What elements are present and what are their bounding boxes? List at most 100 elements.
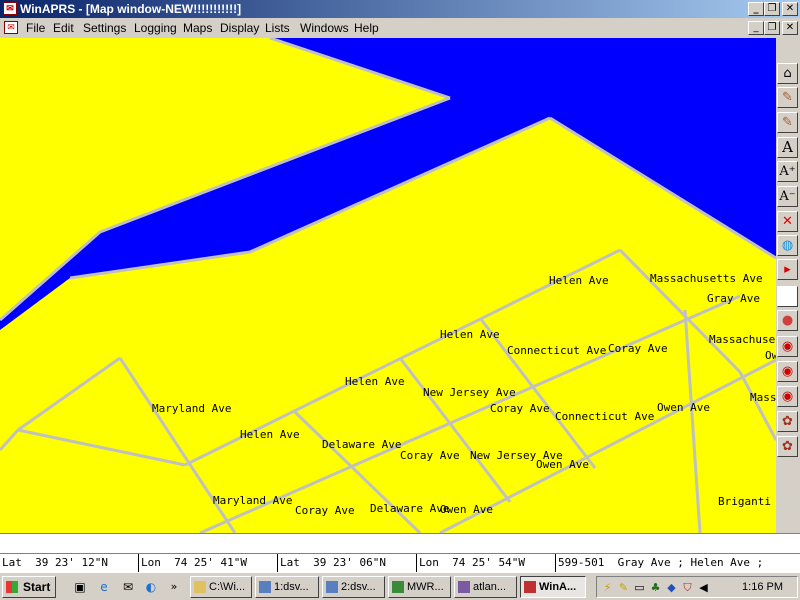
restore-button[interactable]: ❐ (764, 2, 780, 16)
clock: 1:16 PM (742, 581, 783, 593)
close-red-x-icon[interactable]: ✕ (777, 211, 798, 232)
tree-icon-1[interactable]: ✿ (777, 411, 798, 432)
taskbar: Start ▣ e ✉ ◐ » C:\Wi... 1:dsv... 2:dsv.… (0, 572, 800, 600)
menu-help[interactable]: Help (354, 21, 379, 35)
street-label: New Jersey Ave (423, 386, 516, 399)
map-toolbar: ⌂ ✎ ✎ A A⁺ A⁻ ✕ ◍ ▸ ● ◉ ◉ ◉ ✿ ✿ (776, 38, 800, 533)
target-icon-3[interactable]: ◉ (777, 386, 798, 407)
target-icon-1[interactable]: ◉ (777, 336, 798, 357)
street-label: Connecticut Ave (555, 410, 654, 423)
home-icon[interactable]: ⌂ (777, 63, 798, 84)
map-canvas[interactable]: Helen Ave Massachusetts Ave Gray Ave Hel… (0, 38, 776, 533)
status-cursor-lon: Lon 74 25' 41"W (139, 554, 278, 572)
volume-icon[interactable]: ◀ (697, 581, 710, 594)
street-label: Maryland Ave (152, 402, 231, 415)
task-button-active[interactable]: WinA... (520, 576, 586, 598)
status-cursor-lat: Lat 39 23' 12"N (0, 554, 139, 572)
show-desktop-icon[interactable]: ▣ (72, 579, 88, 595)
system-tray: ⚡ ✎ ▭ ♣ ◆ ⛉ ◀ 1:16 PM (596, 576, 798, 598)
task-button[interactable]: 1:dsv... (255, 576, 319, 598)
start-label: Start (23, 580, 51, 594)
street-label: Owen Ave (657, 401, 710, 414)
street-label: Mass (750, 391, 776, 404)
status-station-lat: Lat 39 23' 06"N (278, 554, 417, 572)
street-label: Briganti (718, 495, 771, 508)
child-window-icon[interactable]: ✉ (4, 21, 18, 34)
internet-explorer-icon[interactable]: e (96, 579, 112, 595)
tray-icon[interactable]: ⛉ (681, 581, 694, 594)
winaprs-icon (524, 581, 536, 593)
street-label: Delaware Ave (370, 502, 449, 515)
minimize-button[interactable]: _ (748, 2, 764, 16)
font-smaller-icon[interactable]: A⁻ (777, 186, 798, 207)
menu-display[interactable]: Display (220, 21, 259, 35)
street-label: Helen Ave (240, 428, 300, 441)
flag-icon[interactable]: ▸ (777, 259, 798, 280)
map-zoom-out-icon[interactable]: ✎ (777, 112, 798, 133)
street-label: Massachuse (709, 333, 775, 346)
street-label: Helen Ave (345, 375, 405, 388)
child-close-button[interactable]: ✕ (782, 21, 798, 35)
blank-icon[interactable] (777, 286, 798, 307)
status-bar: Lat 39 23' 12"N Lon 74 25' 41"W Lat 39 2… (0, 553, 800, 572)
windows-logo-icon (6, 581, 18, 593)
street-label: Delaware Ave (322, 438, 401, 451)
font-larger-icon[interactable]: A⁺ (777, 161, 798, 182)
tray-icon[interactable]: ♣ (649, 581, 662, 594)
task-button[interactable]: atlan... (454, 576, 517, 598)
doc-icon (259, 581, 271, 593)
street-label: Maryland Ave (213, 494, 292, 507)
street-label: Coray Ave (608, 342, 668, 355)
globe-icon[interactable]: ◍ (777, 235, 798, 256)
street-label: Coray Ave (295, 504, 355, 517)
street-label: Connecticut Ave (507, 344, 606, 357)
street-label: Helen Ave (549, 274, 609, 287)
menu-windows[interactable]: Windows (300, 21, 349, 35)
balloon-icon[interactable]: ● (777, 310, 798, 331)
app-icon (458, 581, 470, 593)
menu-edit[interactable]: Edit (53, 21, 74, 35)
folder-icon (194, 581, 206, 593)
menu-logging[interactable]: Logging (134, 21, 177, 35)
street-label: Massachusetts Ave (650, 272, 763, 285)
menu-file[interactable]: File (26, 21, 45, 35)
status-info: 599-501 Gray Ave ; Helen Ave ; (558, 556, 764, 569)
tray-icon[interactable]: ⚡ (601, 581, 614, 594)
title-bar[interactable]: ✉ WinAPRS - [Map window-NEW!!!!!!!!!!!] … (0, 0, 800, 18)
child-minimize-button[interactable]: _ (748, 21, 764, 35)
target-icon-2[interactable]: ◉ (777, 361, 798, 382)
app-icon (392, 581, 404, 593)
close-button[interactable]: ✕ (782, 2, 798, 16)
task-button[interactable]: C:\Wi... (190, 576, 252, 598)
task-button[interactable]: 2:dsv... (322, 576, 385, 598)
map-zoom-in-icon[interactable]: ✎ (777, 87, 798, 108)
street-label: Coray Ave (490, 402, 550, 415)
street-label: Helen Ave (440, 328, 500, 341)
tray-icon[interactable]: ✎ (617, 581, 630, 594)
menu-maps[interactable]: Maps (183, 21, 212, 35)
street-label: Ow (765, 349, 776, 362)
start-button[interactable]: Start (2, 576, 56, 598)
font-icon[interactable]: A (777, 137, 798, 158)
menu-lists[interactable]: Lists (265, 21, 290, 35)
app-icon[interactable]: ✉ (3, 2, 17, 15)
window-title: WinAPRS - [Map window-NEW!!!!!!!!!!!] (20, 2, 242, 16)
map-svg: Helen Ave Massachusetts Ave Gray Ave Hel… (0, 38, 776, 533)
task-button[interactable]: MWR... (388, 576, 451, 598)
tray-icon[interactable]: ▭ (633, 581, 646, 594)
tree-icon-2[interactable]: ✿ (777, 436, 798, 457)
street-label: Gray Ave (707, 292, 760, 305)
menu-settings[interactable]: Settings (83, 21, 126, 35)
status-station-lon: Lon 74 25' 54"W (417, 554, 556, 572)
doc-icon (326, 581, 338, 593)
street-label: Coray Ave (400, 449, 460, 462)
street-label: Owen Ave (536, 458, 589, 471)
street-label: Owen Ave (440, 503, 493, 516)
quicklaunch-more-icon[interactable]: » (166, 579, 182, 595)
outlook-icon[interactable]: ✉ (120, 579, 136, 595)
media-icon[interactable]: ◐ (143, 579, 159, 595)
message-bar (0, 533, 800, 553)
menu-bar: ✉ File Edit Settings Logging Maps Displa… (0, 18, 800, 38)
tray-icon[interactable]: ◆ (665, 581, 678, 594)
child-restore-button[interactable]: ❐ (764, 21, 780, 35)
